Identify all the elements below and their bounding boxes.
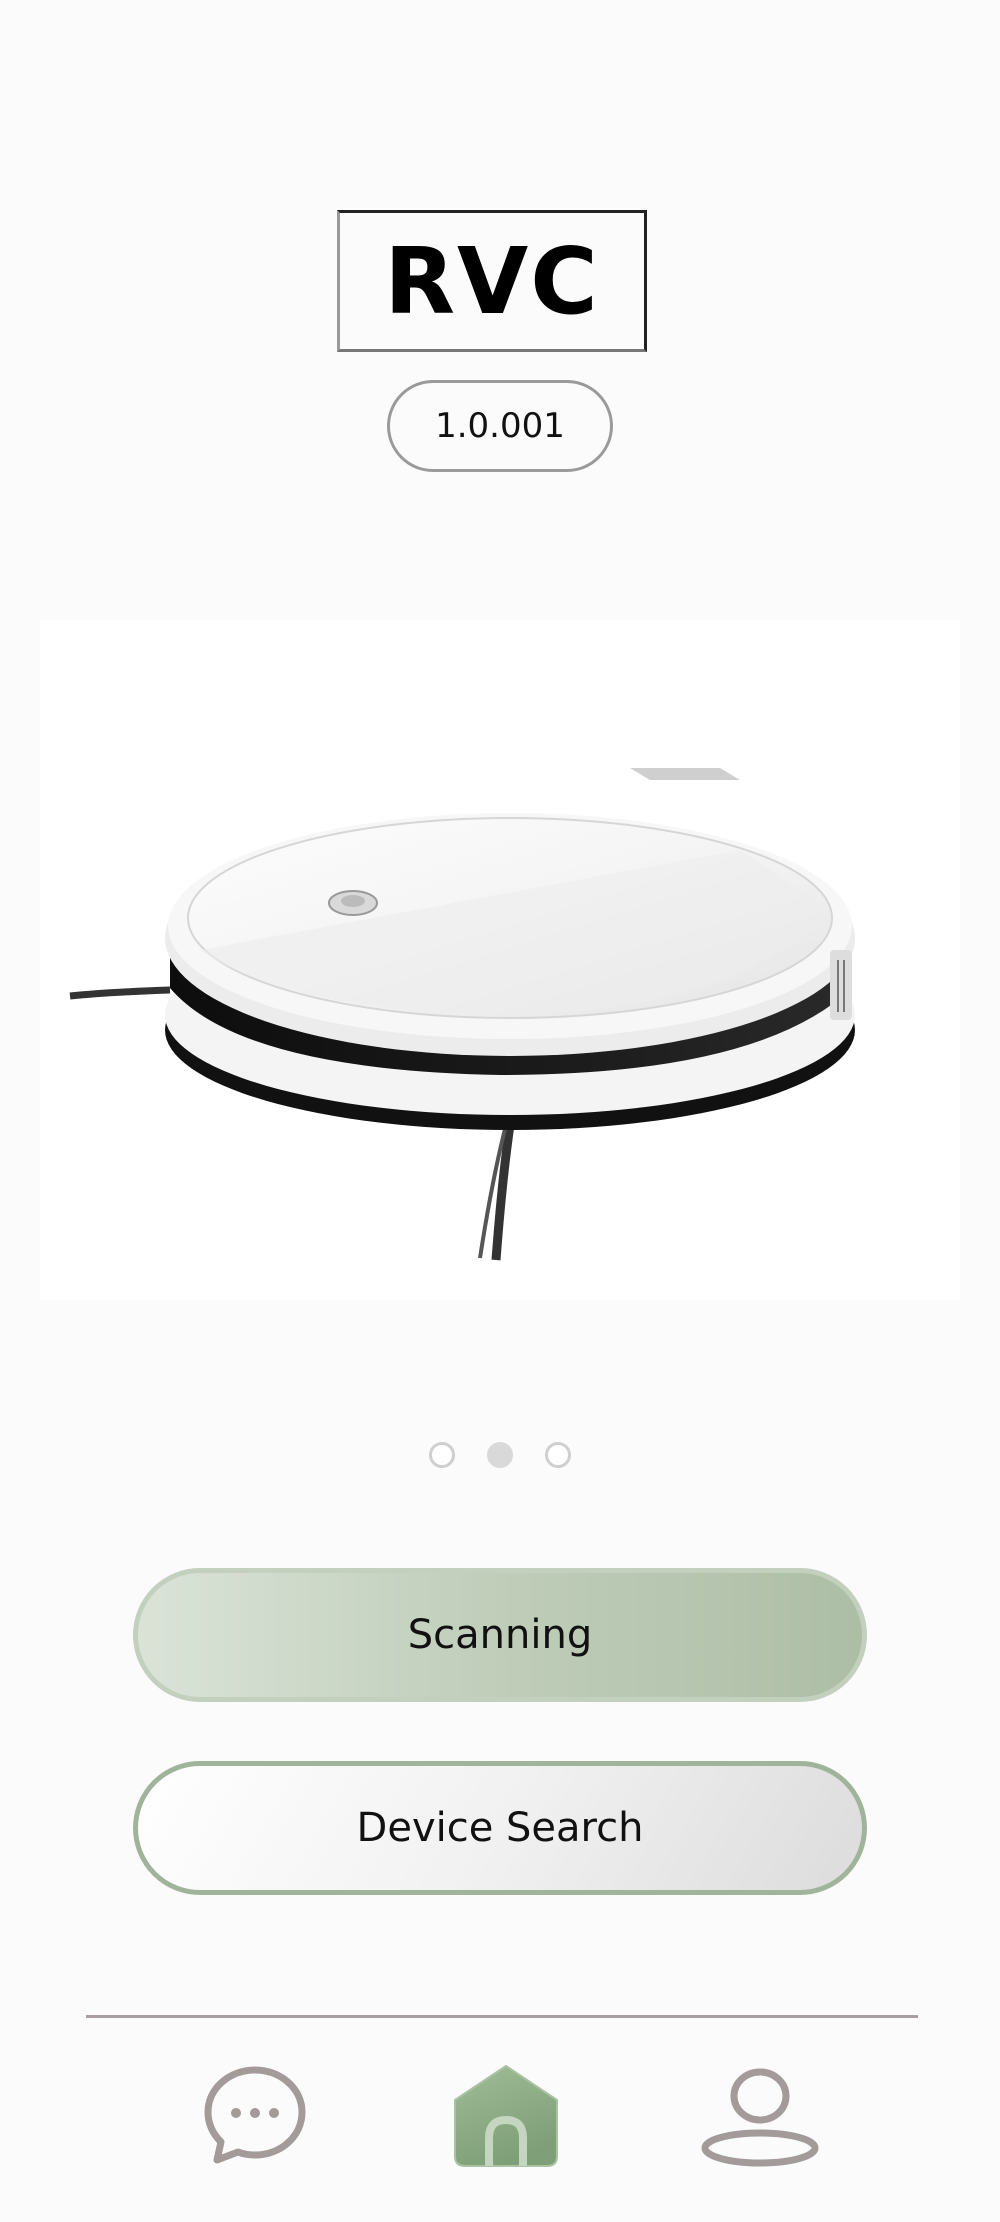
scanning-button[interactable]: Scanning — [133, 1568, 867, 1702]
rvc-home-screen: RVC 1.0.001 Scanning Device Search — [0, 0, 1000, 2222]
robot-vacuum-illustration — [69, 768, 855, 1261]
app-title-box: RVC — [337, 210, 647, 352]
chat-icon — [204, 2066, 306, 2164]
version-badge: 1.0.001 — [387, 380, 613, 472]
profile-icon — [701, 2068, 819, 2167]
nav-chat[interactable] — [190, 2060, 320, 2170]
home-icon — [454, 2065, 558, 2167]
carousel-dot[interactable] — [545, 1442, 571, 1468]
carousel-dot[interactable] — [429, 1442, 455, 1468]
nav-profile[interactable] — [695, 2060, 825, 2170]
side-brush-left — [69, 986, 171, 1000]
device-search-button[interactable]: Device Search — [133, 1761, 867, 1895]
app-title: RVC — [384, 227, 600, 335]
carousel-indicator — [0, 1442, 1000, 1468]
carousel-dot-active[interactable] — [487, 1442, 513, 1468]
nav-home[interactable] — [441, 2060, 571, 2170]
robot-vacuum-image — [40, 620, 960, 1300]
bottom-nav-divider — [86, 2015, 918, 2018]
